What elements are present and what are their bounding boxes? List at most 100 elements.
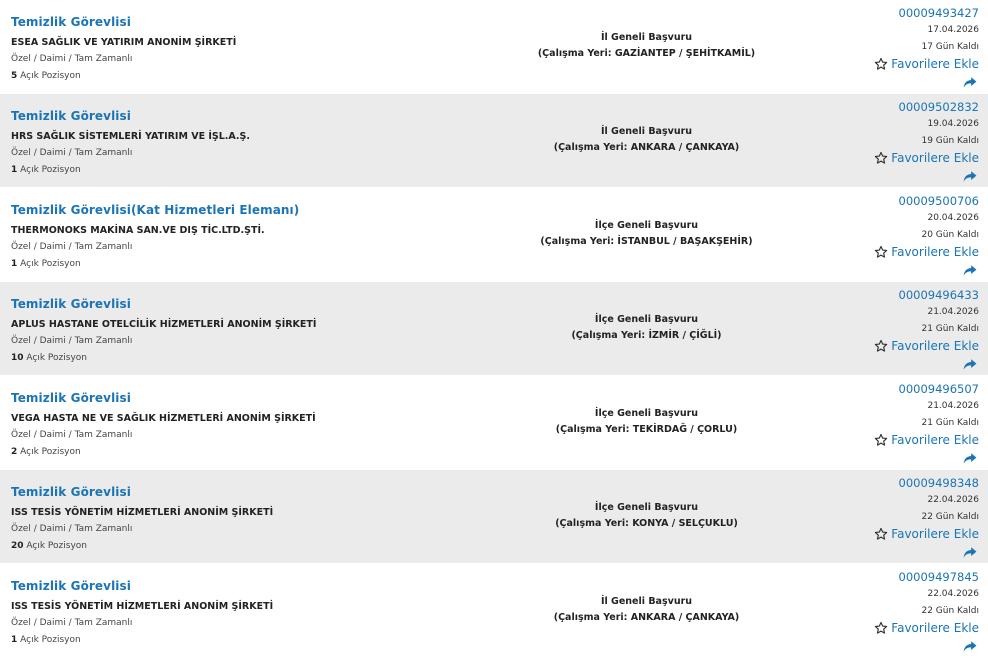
open-positions-label: Açık Pozisyon — [20, 71, 81, 81]
open-positions-label: Açık Pozisyon — [20, 447, 81, 457]
job-title-link[interactable]: Temizlik Görevlisi — [11, 391, 131, 405]
share-icon[interactable] — [963, 452, 977, 465]
star-icon — [875, 151, 888, 164]
open-positions-count: 2 — [11, 447, 18, 457]
job-meta: 00009500706 20.04.2026 20 Gün Kaldı Favo… — [779, 188, 979, 282]
employment-type: Özel / Daimi / Tam Zamanlı — [11, 430, 133, 440]
add-favorite-label: Favorilere Ekle — [891, 621, 979, 635]
employment-type: Özel / Daimi / Tam Zamanlı — [11, 618, 133, 628]
add-favorite-button[interactable]: Favorilere Ekle — [874, 151, 979, 165]
company-name: APLUS HASTANE OTELCİLİK HİZMETLERİ ANONİ… — [11, 319, 317, 330]
star-icon — [875, 527, 888, 540]
job-meta: 00009497845 22.04.2026 22 Gün Kaldı Favo… — [779, 564, 979, 658]
job-title-link[interactable]: Temizlik Görevlisi — [11, 297, 131, 311]
share-icon[interactable] — [963, 170, 977, 183]
share-icon[interactable] — [963, 546, 977, 559]
add-favorite-label: Favorilere Ekle — [891, 245, 979, 259]
deadline-date: 22.04.2026 — [927, 589, 979, 599]
employment-type: Özel / Daimi / Tam Zamanlı — [11, 336, 133, 346]
job-meta: 00009502832 19.04.2026 19 Gün Kaldı Favo… — [779, 94, 979, 188]
add-favorite-label: Favorilere Ekle — [891, 151, 979, 165]
job-number-link[interactable]: 00009502832 — [899, 100, 979, 114]
add-favorite-label: Favorilere Ekle — [891, 339, 979, 353]
deadline-date: 20.04.2026 — [927, 213, 979, 223]
deadline-date: 17.04.2026 — [927, 25, 979, 35]
add-favorite-button[interactable]: Favorilere Ekle — [874, 339, 979, 353]
job-title-link[interactable]: Temizlik Görevlisi — [11, 485, 131, 499]
add-favorite-label: Favorilere Ekle — [891, 527, 979, 541]
job-row: Temizlik Görevlisi ISS TESİS YÖNETİM HİZ… — [0, 564, 988, 658]
job-number-link[interactable]: 00009496433 — [899, 288, 979, 302]
job-number-link[interactable]: 00009497845 — [899, 570, 979, 584]
deadline-date: 21.04.2026 — [927, 401, 979, 411]
job-row: Temizlik Görevlisi(Kat Hizmetleri Eleman… — [0, 188, 988, 282]
open-positions-label: Açık Pozisyon — [26, 353, 87, 363]
deadline-date: 22.04.2026 — [927, 495, 979, 505]
open-positions: 1 Açık Pozisyon — [11, 635, 81, 645]
star-icon — [875, 339, 888, 352]
job-title-link[interactable]: Temizlik Görevlisi — [11, 15, 131, 29]
add-favorite-button[interactable]: Favorilere Ekle — [874, 621, 979, 635]
open-positions: 2 Açık Pozisyon — [11, 447, 81, 457]
open-positions: 10 Açık Pozisyon — [11, 353, 87, 363]
add-favorite-button[interactable]: Favorilere Ekle — [874, 57, 979, 71]
open-positions-label: Açık Pozisyon — [20, 165, 81, 175]
days-left: 17 Gün Kaldı — [921, 42, 979, 52]
job-title-link[interactable]: Temizlik Görevlisi — [11, 109, 131, 123]
open-positions: 20 Açık Pozisyon — [11, 541, 87, 551]
job-meta: 00009493427 17.04.2026 17 Gün Kaldı Favo… — [779, 0, 979, 94]
days-left: 19 Gün Kaldı — [921, 136, 979, 146]
open-positions-label: Açık Pozisyon — [20, 635, 81, 645]
job-meta: 00009498348 22.04.2026 22 Gün Kaldı Favo… — [779, 470, 979, 564]
open-positions-count: 1 — [11, 635, 18, 645]
employment-type: Özel / Daimi / Tam Zamanlı — [11, 242, 133, 252]
job-row: Temizlik Görevlisi APLUS HASTANE OTELCİL… — [0, 282, 988, 376]
share-icon[interactable] — [963, 76, 977, 89]
employment-type: Özel / Daimi / Tam Zamanlı — [11, 524, 133, 534]
company-name: ISS TESİS YÖNETİM HİZMETLERİ ANONİM ŞİRK… — [11, 507, 274, 518]
job-title-link[interactable]: Temizlik Görevlisi(Kat Hizmetleri Eleman… — [11, 203, 299, 217]
add-favorite-button[interactable]: Favorilere Ekle — [874, 433, 979, 447]
company-name: ISS TESİS YÖNETİM HİZMETLERİ ANONİM ŞİRK… — [11, 601, 274, 612]
add-favorite-label: Favorilere Ekle — [891, 57, 979, 71]
open-positions: 1 Açık Pozisyon — [11, 259, 81, 269]
days-left: 20 Gün Kaldı — [921, 230, 979, 240]
job-meta: 00009496433 21.04.2026 21 Gün Kaldı Favo… — [779, 282, 979, 376]
job-listing: Temizlik Görevlisi ESEA SAĞLIK VE YATIRI… — [0, 0, 988, 658]
open-positions-count: 20 — [11, 541, 24, 551]
days-left: 21 Gün Kaldı — [921, 418, 979, 428]
company-name: VEGA HASTA NE VE SAĞLIK HİZMETLERİ ANONİ… — [11, 413, 316, 424]
add-favorite-button[interactable]: Favorilere Ekle — [874, 245, 979, 259]
job-meta: 00009496507 21.04.2026 21 Gün Kaldı Favo… — [779, 376, 979, 470]
days-left: 21 Gün Kaldı — [921, 324, 979, 334]
employment-type: Özel / Daimi / Tam Zamanlı — [11, 148, 133, 158]
star-icon — [875, 57, 888, 70]
open-positions-count: 1 — [11, 165, 18, 175]
open-positions-count: 5 — [11, 71, 18, 81]
job-row: Temizlik Görevlisi ESEA SAĞLIK VE YATIRI… — [0, 0, 988, 94]
add-favorite-label: Favorilere Ekle — [891, 433, 979, 447]
share-icon[interactable] — [963, 358, 977, 371]
company-name: ESEA SAĞLIK VE YATIRIM ANONİM ŞİRKETİ — [11, 37, 237, 48]
job-number-link[interactable]: 00009498348 — [899, 476, 979, 490]
share-icon[interactable] — [963, 264, 977, 277]
open-positions: 1 Açık Pozisyon — [11, 165, 81, 175]
job-row: Temizlik Görevlisi ISS TESİS YÖNETİM HİZ… — [0, 470, 988, 564]
share-icon[interactable] — [963, 640, 977, 653]
add-favorite-button[interactable]: Favorilere Ekle — [874, 527, 979, 541]
job-number-link[interactable]: 00009496507 — [899, 382, 979, 396]
star-icon — [875, 433, 888, 446]
job-number-link[interactable]: 00009500706 — [899, 194, 979, 208]
open-positions-label: Açık Pozisyon — [20, 259, 81, 269]
open-positions-count: 1 — [11, 259, 18, 269]
days-left: 22 Gün Kaldı — [921, 512, 979, 522]
company-name: HRS SAĞLIK SİSTEMLERİ YATIRIM VE İŞL.A.Ş… — [11, 131, 250, 142]
open-positions: 5 Açık Pozisyon — [11, 71, 81, 81]
star-icon — [875, 245, 888, 258]
deadline-date: 21.04.2026 — [927, 307, 979, 317]
deadline-date: 19.04.2026 — [927, 119, 979, 129]
job-title-link[interactable]: Temizlik Görevlisi — [11, 579, 131, 593]
employment-type: Özel / Daimi / Tam Zamanlı — [11, 54, 133, 64]
job-row: Temizlik Görevlisi VEGA HASTA NE VE SAĞL… — [0, 376, 988, 470]
job-number-link[interactable]: 00009493427 — [899, 6, 979, 20]
